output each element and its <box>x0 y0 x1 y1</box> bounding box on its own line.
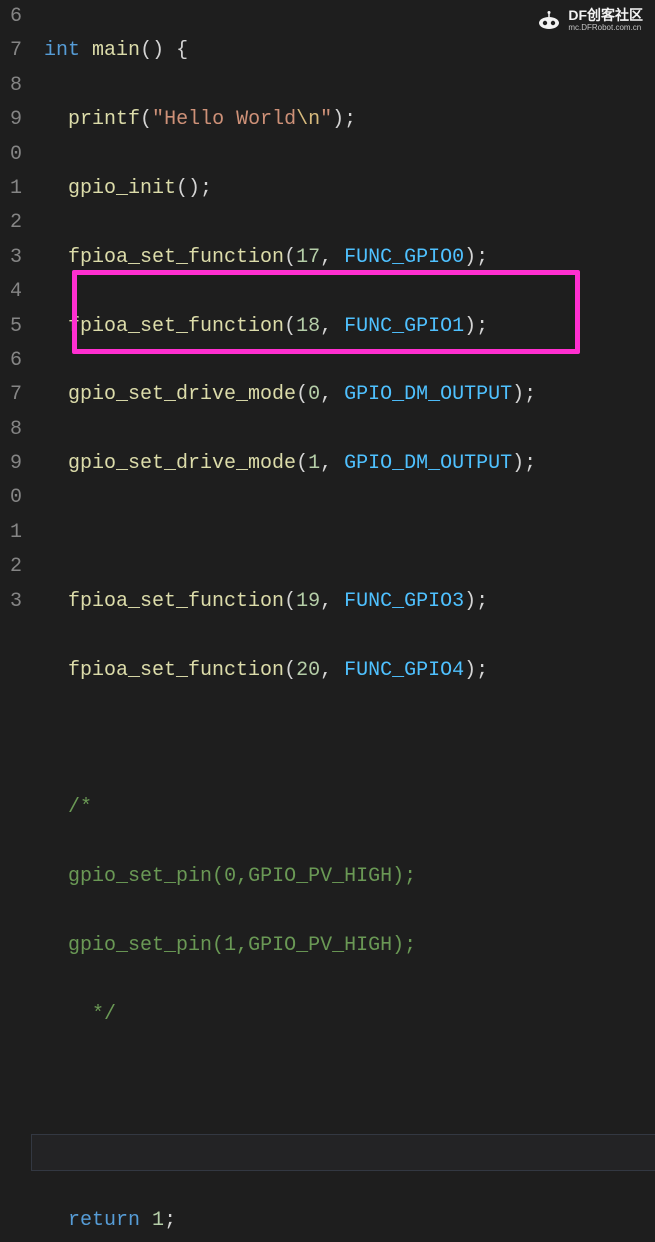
code-line[interactable]: gpio_set_drive_mode(1, GPIO_DM_OUTPUT); <box>32 447 655 481</box>
line-number: 5 <box>0 310 22 344</box>
line-number: 8 <box>0 69 22 103</box>
line-number: 4 <box>0 275 22 309</box>
code-line[interactable] <box>32 1066 655 1100</box>
code-line[interactable]: gpio_set_pin(0,GPIO_PV_HIGH); <box>32 860 655 894</box>
line-number: 1 <box>0 172 22 206</box>
code-line[interactable]: fpioa_set_function(20, FUNC_GPIO4); <box>32 654 655 688</box>
line-gutter: 6 7 8 9 0 1 2 3 4 5 6 7 8 9 0 1 2 3 <box>0 0 32 621</box>
code-area[interactable]: int main() { printf("Hello World\n"); gp… <box>32 0 655 621</box>
robot-icon <box>536 11 562 29</box>
code-line[interactable] <box>32 516 655 550</box>
line-number: 0 <box>0 481 22 515</box>
line-number: 0 <box>0 138 22 172</box>
code-editor[interactable]: 6 7 8 9 0 1 2 3 4 5 6 7 8 9 0 1 2 3 int … <box>0 0 655 621</box>
code-line[interactable]: fpioa_set_function(17, FUNC_GPIO0); <box>32 241 655 275</box>
line-number: 6 <box>0 344 22 378</box>
line-number: 1 <box>0 516 22 550</box>
watermark-text: DF创客社区 <box>568 8 643 22</box>
line-number: 6 <box>0 0 22 34</box>
code-line[interactable]: printf("Hello World\n"); <box>32 103 655 137</box>
line-number: 9 <box>0 447 22 481</box>
line-number: 2 <box>0 206 22 240</box>
code-line[interactable]: gpio_set_drive_mode(0, GPIO_DM_OUTPUT); <box>32 378 655 412</box>
code-line[interactable]: gpio_set_pin(1,GPIO_PV_HIGH); <box>32 929 655 963</box>
line-number: 9 <box>0 103 22 137</box>
code-line[interactable]: gpio_init(); <box>32 172 655 206</box>
code-line[interactable]: /* <box>32 791 655 825</box>
line-number: 7 <box>0 378 22 412</box>
code-line[interactable]: return 1; <box>32 1204 655 1238</box>
line-number: 2 <box>0 550 22 584</box>
code-line[interactable]: fpioa_set_function(19, FUNC_GPIO3); <box>32 585 655 619</box>
code-line[interactable]: */ <box>32 998 655 1032</box>
line-number: 3 <box>0 241 22 275</box>
code-line[interactable] <box>32 722 655 756</box>
line-number: 8 <box>0 413 22 447</box>
code-line-active[interactable] <box>32 1135 655 1169</box>
code-line[interactable]: fpioa_set_function(18, FUNC_GPIO1); <box>32 310 655 344</box>
watermark-url: mc.DFRobot.com.cn <box>568 24 643 32</box>
line-number: 7 <box>0 34 22 68</box>
watermark: DF创客社区 mc.DFRobot.com.cn <box>536 8 643 32</box>
code-line[interactable]: int main() { <box>32 34 655 68</box>
line-number: 3 <box>0 585 22 619</box>
